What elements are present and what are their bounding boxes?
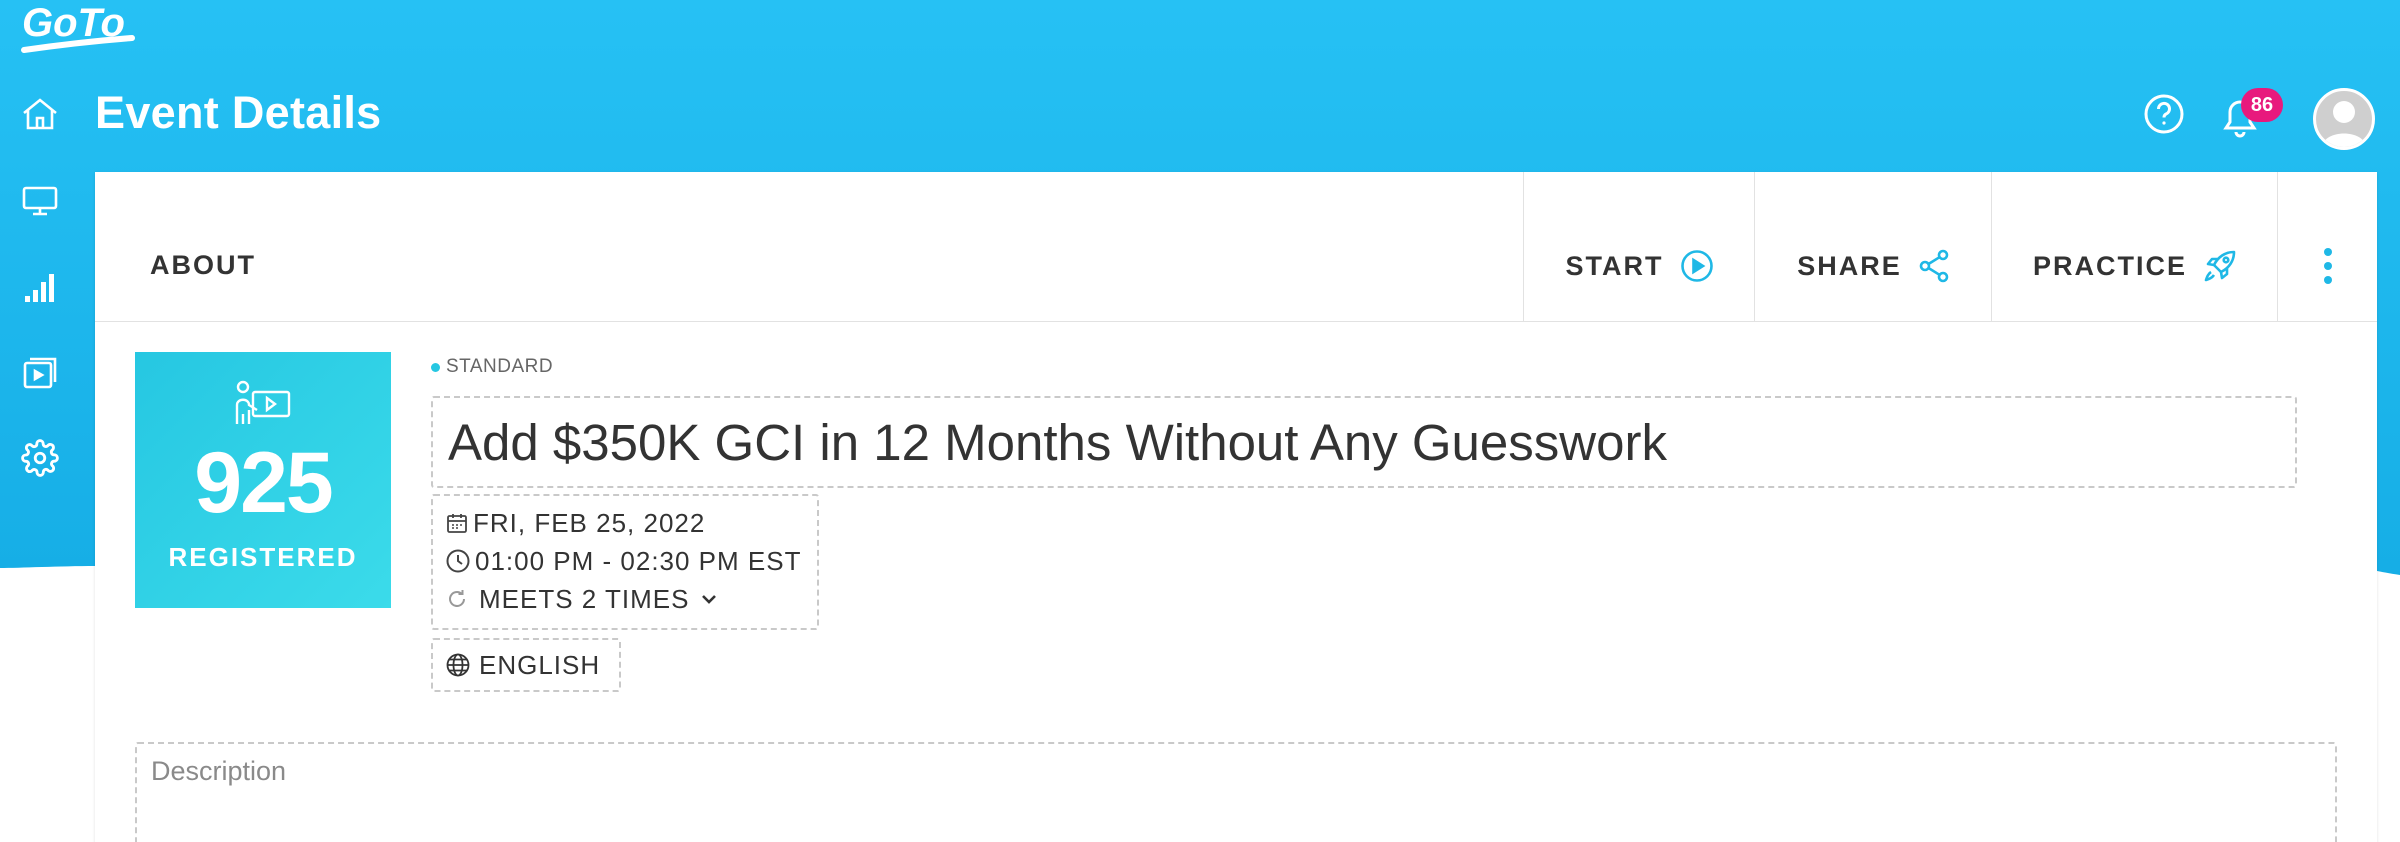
event-time: 01:00 PM - 02:30 PM EST <box>475 545 802 576</box>
practice-button[interactable]: PRACTICE <box>1991 172 2278 322</box>
share-label: SHARE <box>1797 250 1902 281</box>
event-language: ENGLISH <box>479 649 601 680</box>
share-button[interactable]: SHARE <box>1754 172 1992 322</box>
home-icon[interactable] <box>20 94 60 134</box>
schedule-field[interactable]: FRI, FEB 25, 2022 01:00 PM - 02:30 PM ES… <box>431 494 819 630</box>
play-circle-icon <box>1680 250 1713 282</box>
event-type-label: STANDARD <box>446 356 554 377</box>
share-icon <box>1919 249 1949 283</box>
presenter-icon <box>235 380 291 424</box>
tab-bar: ABOUT START SHARE PRACTICE <box>95 172 2377 322</box>
rocket-icon <box>2204 250 2236 282</box>
type-dot <box>431 362 440 372</box>
tab-about[interactable]: ABOUT <box>150 250 256 281</box>
event-recurrence: MEETS 2 TIMES <box>479 583 690 614</box>
chevron-down-icon <box>702 595 717 604</box>
more-vertical-icon <box>2323 248 2332 284</box>
help-icon[interactable] <box>2142 92 2186 136</box>
practice-label: PRACTICE <box>2032 250 2187 281</box>
avatar[interactable] <box>2313 88 2375 150</box>
repeat-icon <box>449 590 465 607</box>
recordings-icon[interactable] <box>20 353 60 393</box>
calendar-icon <box>447 514 467 533</box>
globe-icon <box>446 653 470 677</box>
goto-logo[interactable]: GoTo <box>20 0 135 58</box>
more-options-button[interactable] <box>2277 172 2377 322</box>
description-placeholder: Description <box>151 756 287 786</box>
notification-badge: 86 <box>2241 88 2283 122</box>
monitor-icon[interactable] <box>20 181 60 221</box>
event-title: Add $350K GCI in 12 Months Without Any G… <box>448 413 1667 471</box>
page-title: Event Details <box>95 87 382 138</box>
analytics-icon[interactable] <box>20 267 60 307</box>
start-button[interactable]: START <box>1523 172 1755 322</box>
registered-count: 925 <box>194 435 334 531</box>
settings-gear-icon[interactable] <box>20 438 60 478</box>
event-type-tag: STANDARD <box>431 356 553 378</box>
registered-label: REGISTERED <box>168 542 358 572</box>
registered-tile[interactable]: 925 REGISTERED <box>135 352 391 608</box>
description-field[interactable]: Description <box>135 742 2337 842</box>
clock-icon <box>446 549 470 573</box>
time-row: 01:00 PM - 02:30 PM EST <box>445 542 805 580</box>
recurrence-row[interactable]: MEETS 2 TIMES <box>445 580 805 618</box>
event-details-card: ABOUT START SHARE PRACTICE 925 REGISTERE… <box>95 172 2377 842</box>
event-date: FRI, FEB 25, 2022 <box>473 507 706 538</box>
start-label: START <box>1565 250 1664 281</box>
language-field[interactable]: ENGLISH <box>431 638 621 692</box>
date-row: FRI, FEB 25, 2022 <box>445 504 805 542</box>
event-title-field[interactable]: Add $350K GCI in 12 Months Without Any G… <box>431 396 2297 488</box>
